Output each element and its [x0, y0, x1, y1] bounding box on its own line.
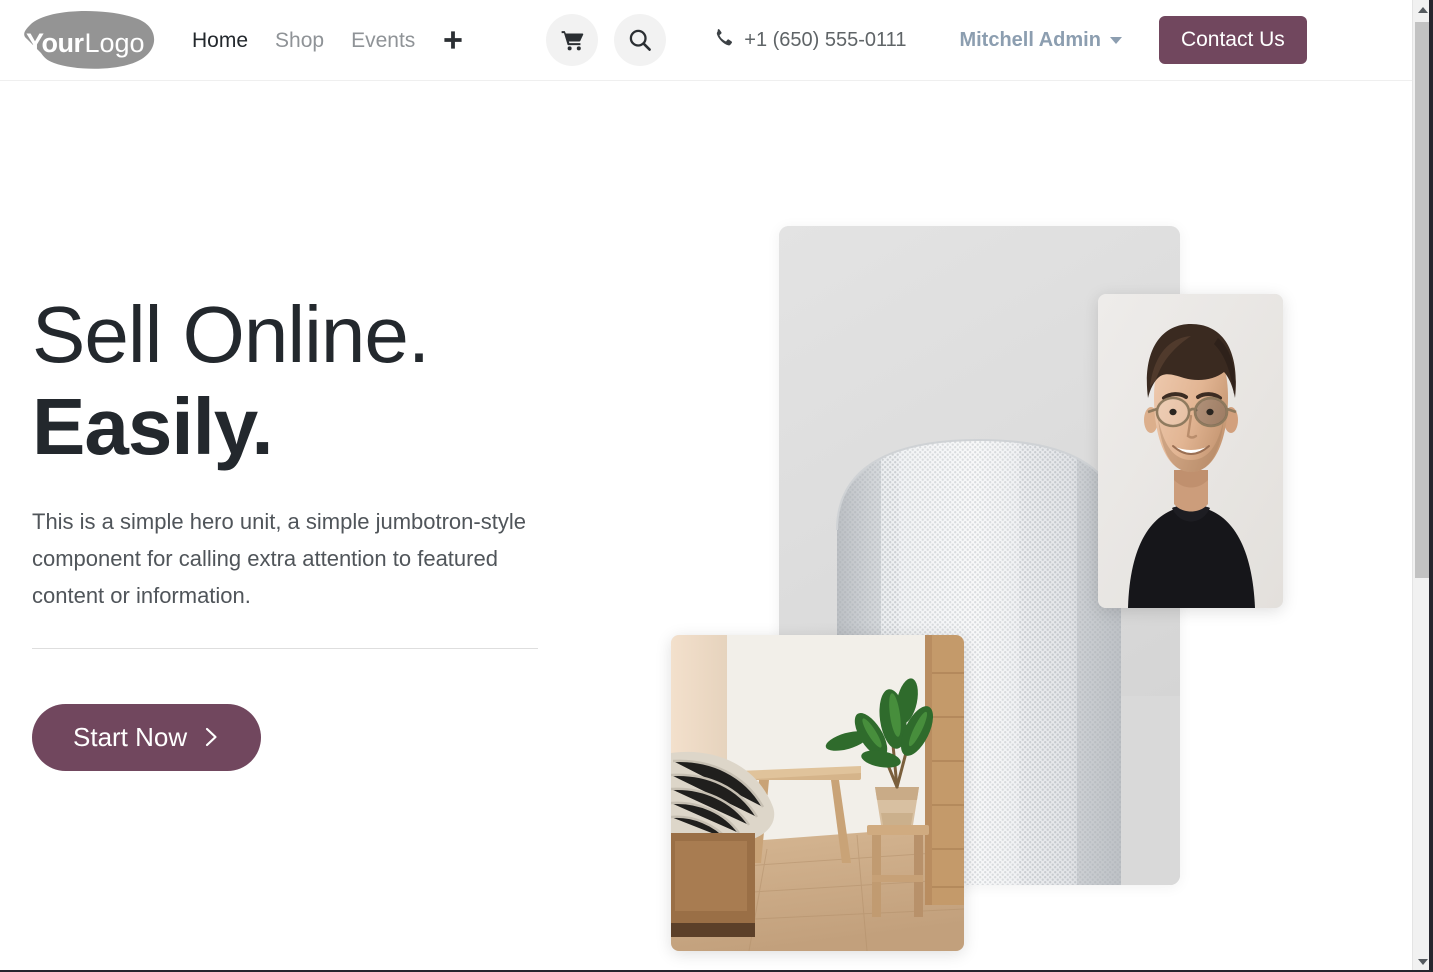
- window-frame-right: [1429, 0, 1433, 972]
- brand-logo[interactable]: Your Logo: [14, 9, 160, 71]
- site-header: Your Logo Home Shop Events +1 (650) 555-…: [0, 0, 1412, 81]
- plus-icon[interactable]: [442, 29, 464, 51]
- bedroom-photo: [671, 635, 964, 951]
- user-menu[interactable]: Mitchell Admin: [959, 29, 1122, 51]
- nav-link-home[interactable]: Home: [192, 30, 248, 51]
- contact-us-button[interactable]: Contact Us: [1158, 15, 1307, 65]
- browser-viewport: Your Logo Home Shop Events +1 (650) 555-…: [0, 0, 1433, 972]
- search-icon[interactable]: [614, 14, 667, 66]
- shopping-cart-icon[interactable]: [546, 14, 599, 66]
- blob-logo-shape: [24, 11, 155, 69]
- hero-section: Sell Online. Easily. This is a simple he…: [0, 81, 1412, 972]
- main-navigation: Home Shop Events: [192, 29, 464, 51]
- chevron-down-icon: [1109, 36, 1122, 44]
- user-name-label: Mitchell Admin: [959, 29, 1101, 51]
- portrait-photo: [1098, 294, 1283, 608]
- header-actions: +1 (650) 555-0111 Mitchell Admin Contact…: [546, 14, 1307, 66]
- phone-icon: [714, 28, 733, 52]
- phone-number: +1 (650) 555-0111: [744, 29, 907, 51]
- phone-link[interactable]: +1 (650) 555-0111: [714, 28, 906, 52]
- nav-link-events[interactable]: Events: [351, 30, 415, 51]
- nav-link-shop[interactable]: Shop: [275, 30, 324, 51]
- hero-image-collage: [0, 81, 1412, 972]
